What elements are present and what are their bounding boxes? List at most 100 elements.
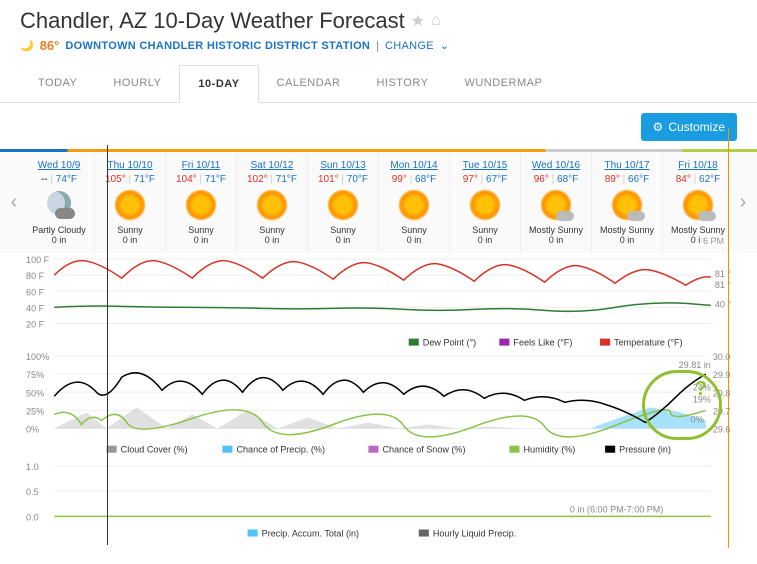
day-date[interactable]: Fri 10/11 [168, 160, 234, 171]
svg-text:Humidity (%): Humidity (%) [524, 444, 576, 454]
day-condition: Sunny [168, 225, 234, 235]
station-link[interactable]: DOWNTOWN CHANDLER HISTORIC DISTRICT STAT… [65, 40, 370, 52]
day-condition: Sunny [381, 225, 447, 235]
carousel-prev[interactable]: ‹ [4, 191, 24, 214]
day-date[interactable]: Mon 10/14 [381, 160, 447, 171]
day-temps: 84° | 62°F [665, 174, 731, 185]
svg-text:0.5: 0.5 [26, 488, 39, 498]
svg-text:80 F: 80 F [26, 271, 45, 281]
svg-text:Temperature (°F): Temperature (°F) [614, 338, 682, 348]
weather-icon [325, 187, 361, 223]
svg-text:Chance of Precip. (%): Chance of Precip. (%) [237, 444, 326, 454]
svg-text:0.0: 0.0 [26, 513, 39, 523]
day-condition: Mostly Sunny [665, 225, 731, 235]
day-precip: 0 in [523, 235, 589, 245]
day-card[interactable]: Sun 10/13 101° | 70°F Sunny 0 in [308, 152, 379, 253]
chevron-down-icon[interactable]: ⌄ [440, 39, 449, 52]
day-precip: 0 in [452, 235, 518, 245]
day-card[interactable]: Thu 10/10 105° | 71°F Sunny 0 in [95, 152, 166, 253]
day-card[interactable]: Wed 10/16 96° | 68°F Mostly Sunny 0 in [521, 152, 592, 253]
svg-text:Cloud Cover (%): Cloud Cover (%) [121, 444, 188, 454]
precip-chart[interactable]: 1.0 0.5 0.0 0 in (6:00 PM-7:00 PM) Preci… [26, 460, 731, 541]
home-icon[interactable]: ⌂ [431, 12, 441, 30]
day-precip: 0 in [381, 235, 447, 245]
svg-text:50%: 50% [26, 388, 44, 398]
svg-text:100%: 100% [26, 352, 49, 362]
weather-icon [396, 187, 432, 223]
hover-time-marker [728, 128, 729, 548]
day-card[interactable]: Tue 10/15 97° | 67°F Sunny 0 in [450, 152, 521, 253]
weather-icon [254, 187, 290, 223]
day-card[interactable]: Sat 10/12 102° | 71°F Sunny 0 in [237, 152, 308, 253]
day-date[interactable]: Tue 10/15 [452, 160, 518, 171]
change-station-link[interactable]: CHANGE [385, 40, 434, 52]
day-temps: 99° | 68°F [381, 174, 447, 185]
page-title: Chandler, AZ 10-Day Weather Forecast [20, 8, 405, 34]
moon-icon-small: 🌙 [20, 39, 34, 52]
svg-text:75%: 75% [26, 370, 44, 380]
gear-icon: ⚙ [653, 120, 664, 134]
day-precip: 0 in [594, 235, 660, 245]
day-temps: -- | 74°F [26, 174, 92, 185]
day-temps: 96° | 68°F [523, 174, 589, 185]
weather-icon [41, 187, 77, 223]
tab-wundermap[interactable]: WUNDERMAP [446, 65, 560, 102]
day-condition: Mostly Sunny [523, 225, 589, 235]
weather-icon [609, 187, 645, 223]
day-precip: 0 in [26, 235, 92, 245]
day-card[interactable]: Thu 10/17 89° | 66°F Mostly Sunny 0 in [592, 152, 663, 253]
tabs-bar: TODAY HOURLY 10-DAY CALENDAR HISTORY WUN… [0, 65, 757, 103]
weather-icon [467, 187, 503, 223]
weather-icon [183, 187, 219, 223]
day-temps: 89° | 66°F [594, 174, 660, 185]
tab-10day[interactable]: 10-DAY [179, 65, 258, 103]
svg-text:60 F: 60 F [26, 287, 45, 297]
day-temps: 104° | 71°F [168, 174, 234, 185]
svg-text:29.81 in: 29.81 in [679, 360, 711, 370]
day-condition: Partly Cloudy [26, 225, 92, 235]
svg-text:0 in (6:00 PM-7:00 PM): 0 in (6:00 PM-7:00 PM) [570, 505, 664, 515]
day-precip: 0 in [168, 235, 234, 245]
weather-icon [538, 187, 574, 223]
day-condition: Mostly Sunny [594, 225, 660, 235]
day-card[interactable]: Fri 10/11 104° | 71°F Sunny 0 in [166, 152, 237, 253]
svg-text:40 F: 40 F [26, 303, 45, 313]
day-date[interactable]: Thu 10/17 [594, 160, 660, 171]
hover-timestamp: 6 PM [700, 235, 727, 247]
svg-text:20 F: 20 F [26, 320, 45, 330]
tab-today[interactable]: TODAY [20, 65, 95, 102]
days-row: Wed 10/9 -- | 74°F Partly Cloudy 0 in Th… [24, 152, 733, 253]
day-card[interactable]: Mon 10/14 99° | 68°F Sunny 0 in [379, 152, 450, 253]
star-icon[interactable]: ★ [411, 11, 425, 31]
svg-text:Precip. Accum. Total (in): Precip. Accum. Total (in) [262, 529, 359, 539]
day-date[interactable]: Fri 10/18 [665, 160, 731, 171]
customize-button[interactable]: ⚙ Customize [641, 113, 737, 141]
svg-text:Hourly Liquid Precip.: Hourly Liquid Precip. [433, 529, 516, 539]
tab-history[interactable]: HISTORY [358, 65, 446, 102]
temperature-chart[interactable]: 100 F 80 F 60 F 40 F 20 F 81 °F 81 °F 40… [26, 253, 731, 352]
user-annotation-question: ? [695, 378, 707, 401]
day-date[interactable]: Wed 10/16 [523, 160, 589, 171]
tab-calendar[interactable]: CALENDAR [259, 65, 359, 102]
day-condition: Sunny [452, 225, 518, 235]
svg-text:1.0: 1.0 [26, 463, 39, 473]
day-condition: Sunny [310, 225, 376, 235]
svg-text:25%: 25% [26, 406, 44, 416]
tab-hourly[interactable]: HOURLY [95, 65, 179, 102]
svg-text:Dew Point (°): Dew Point (°) [423, 338, 476, 348]
current-temp: 86° [40, 38, 60, 53]
day-temps: 102° | 71°F [239, 174, 305, 185]
svg-text:Feels Like (°F): Feels Like (°F) [513, 338, 572, 348]
current-time-marker [107, 145, 108, 545]
carousel-next[interactable]: › [733, 191, 753, 214]
humidity-pressure-chart[interactable]: 100% 75% 50% 25% 0% 30.00 29.91 29.82 29… [26, 352, 731, 461]
day-date[interactable]: Sun 10/13 [310, 160, 376, 171]
svg-text:Pressure (in): Pressure (in) [619, 444, 671, 454]
day-card[interactable]: Wed 10/9 -- | 74°F Partly Cloudy 0 in [24, 152, 95, 253]
day-date[interactable]: Wed 10/9 [26, 160, 92, 171]
weather-icon [112, 187, 148, 223]
day-precip: 0 in [239, 235, 305, 245]
day-date[interactable]: Sat 10/12 [239, 160, 305, 171]
day-temps: 101° | 70°F [310, 174, 376, 185]
day-temps: 97° | 67°F [452, 174, 518, 185]
